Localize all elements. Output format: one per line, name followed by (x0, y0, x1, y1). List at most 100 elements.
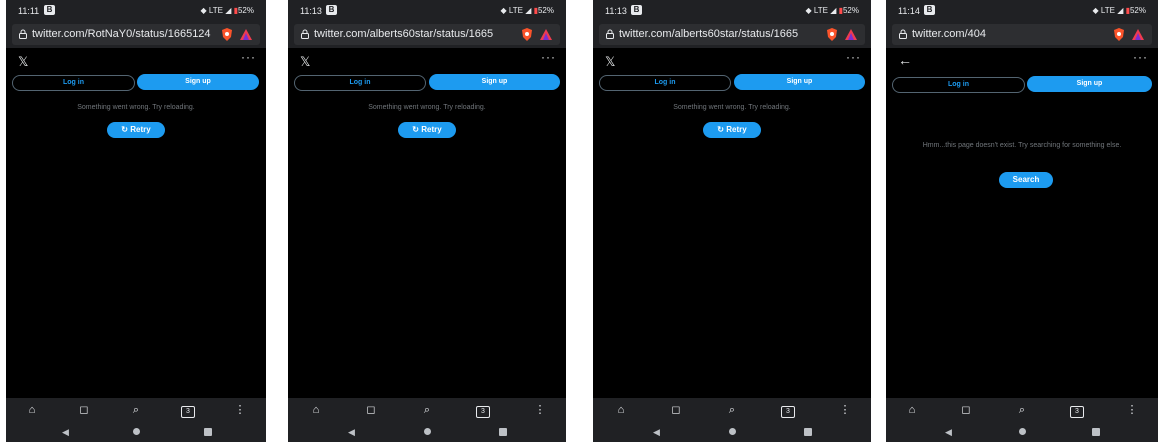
signal-label: LTE (813, 6, 828, 15)
nav-home-icon[interactable] (133, 428, 140, 435)
address-field[interactable]: twitter.com/alberts60star/status/1665 (294, 24, 560, 45)
retry-label: Retry (421, 125, 442, 134)
nav-recents-icon[interactable] (204, 428, 212, 436)
signal-icon: ◢ (225, 6, 232, 15)
menu-icon[interactable]: ⋮ (1124, 402, 1140, 418)
brave-rewards-icon[interactable] (844, 28, 858, 41)
more-icon[interactable]: ··· (1133, 50, 1148, 64)
more-icon[interactable]: ··· (241, 50, 256, 64)
more-icon[interactable]: ··· (541, 50, 556, 64)
status-time: 11:14 (898, 6, 920, 16)
tabs-icon[interactable]: 3 (780, 402, 796, 418)
tabs-count: 3 (181, 406, 195, 418)
lock-icon (606, 29, 614, 39)
notification-icon: B (631, 5, 642, 15)
more-icon[interactable]: ··· (846, 50, 861, 64)
x-logo-icon[interactable]: 𝕏 (605, 54, 615, 70)
nav-home-icon[interactable] (424, 428, 431, 435)
bookmark-icon[interactable]: ◻ (668, 402, 684, 418)
twitter-header: 𝕏 ··· (593, 48, 871, 72)
nav-home-icon[interactable] (1019, 428, 1026, 435)
nav-back-icon[interactable]: ◀ (945, 427, 952, 438)
bookmark-icon[interactable]: ◻ (363, 402, 379, 418)
battery-level: 52% (1129, 6, 1146, 15)
status-time: 11:13 (300, 6, 322, 16)
retry-button[interactable]: ↻ Retry (703, 122, 761, 138)
signup-button[interactable]: Sign up (1027, 76, 1152, 92)
retry-button[interactable]: ↻ Retry (107, 122, 165, 138)
status-bar: 11:13 B ◆ LTE ◢ ▮52% (593, 0, 871, 22)
nav-back-icon[interactable]: ◀ (653, 427, 660, 438)
login-button[interactable]: Log in (294, 75, 426, 91)
refresh-icon: ↻ (412, 125, 419, 134)
nav-back-icon[interactable]: ◀ (348, 427, 355, 438)
signal-icon: ◢ (525, 6, 532, 15)
search-button[interactable]: Search (999, 172, 1053, 188)
retry-label: Retry (726, 125, 747, 134)
battery-level: 52% (237, 6, 254, 15)
brave-rewards-icon[interactable] (539, 28, 553, 41)
search-icon[interactable]: ⌕ (128, 402, 144, 418)
bookmark-icon[interactable]: ◻ (76, 402, 92, 418)
vibrate-icon: ◆ (200, 6, 207, 15)
signal-icon: ◢ (830, 6, 837, 15)
vibrate-icon: ◆ (805, 6, 812, 15)
nav-recents-icon[interactable] (1092, 428, 1100, 436)
address-field[interactable]: twitter.com/404 (892, 24, 1152, 45)
x-logo-icon[interactable]: 𝕏 (300, 54, 310, 70)
home-icon[interactable]: ⌂ (904, 402, 920, 418)
brave-rewards-icon[interactable] (239, 28, 253, 41)
error-message: Something went wrong. Try reloading. (368, 104, 486, 111)
battery-level: 52% (537, 6, 554, 15)
menu-icon[interactable]: ⋮ (232, 402, 248, 418)
vibrate-icon: ◆ (500, 6, 507, 15)
address-field[interactable]: twitter.com/alberts60star/status/1665 (599, 24, 865, 45)
brave-rewards-icon[interactable] (1131, 28, 1145, 41)
not-found-message: Hmm...this page doesn't exist. Try searc… (922, 142, 1122, 149)
address-field[interactable]: twitter.com/RotNaY0/status/1665124 (12, 24, 260, 45)
signup-button[interactable]: Sign up (137, 74, 259, 90)
url-text: twitter.com/404 (912, 28, 986, 40)
x-logo-icon[interactable]: 𝕏 (18, 54, 28, 70)
back-arrow-icon[interactable]: ← (898, 52, 912, 68)
brave-shield-icon[interactable] (825, 27, 839, 42)
menu-icon[interactable]: ⋮ (532, 402, 548, 418)
home-icon[interactable]: ⌂ (613, 402, 629, 418)
search-icon[interactable]: ⌕ (1014, 402, 1030, 418)
notification-icon: B (44, 5, 55, 15)
login-button[interactable]: Log in (12, 75, 135, 91)
brave-shield-icon[interactable] (220, 27, 234, 42)
retry-button[interactable]: ↻ Retry (398, 122, 456, 138)
home-icon[interactable]: ⌂ (308, 402, 324, 418)
refresh-icon: ↻ (121, 125, 128, 134)
nav-back-icon[interactable]: ◀ (62, 427, 69, 438)
signal-label: LTE (208, 6, 223, 15)
nav-recents-icon[interactable] (804, 428, 812, 436)
search-icon[interactable]: ⌕ (724, 402, 740, 418)
signup-button[interactable]: Sign up (429, 74, 560, 90)
nav-recents-icon[interactable] (499, 428, 507, 436)
refresh-icon: ↻ (717, 125, 724, 134)
login-button[interactable]: Log in (599, 75, 731, 91)
search-icon[interactable]: ⌕ (419, 402, 435, 418)
browser-toolbar: ⌂ ◻ ⌕ 3 ⋮ (593, 398, 871, 422)
retry-label: Retry (130, 125, 151, 134)
home-icon[interactable]: ⌂ (24, 402, 40, 418)
tabs-icon[interactable]: 3 (180, 402, 196, 418)
brave-shield-icon[interactable] (520, 27, 534, 42)
lock-icon (301, 29, 309, 39)
tabs-icon[interactable]: 3 (475, 402, 491, 418)
nav-home-icon[interactable] (729, 428, 736, 435)
bookmark-icon[interactable]: ◻ (958, 402, 974, 418)
signup-button[interactable]: Sign up (734, 74, 865, 90)
tabs-icon[interactable]: 3 (1069, 402, 1085, 418)
brave-shield-icon[interactable] (1112, 27, 1126, 42)
twitter-header: 𝕏 ··· (6, 48, 266, 72)
url-text: twitter.com/RotNaY0/status/1665124 (32, 28, 211, 40)
login-button[interactable]: Log in (892, 77, 1025, 93)
android-nav-bar: ◀ (288, 422, 566, 442)
android-nav-bar: ◀ (886, 422, 1158, 442)
menu-icon[interactable]: ⋮ (837, 402, 853, 418)
phone-screen-1: 11:11 B ◆ LTE ◢ ▮52% twitter.com/RotNaY0… (6, 0, 266, 442)
signal-label: LTE (508, 6, 523, 15)
